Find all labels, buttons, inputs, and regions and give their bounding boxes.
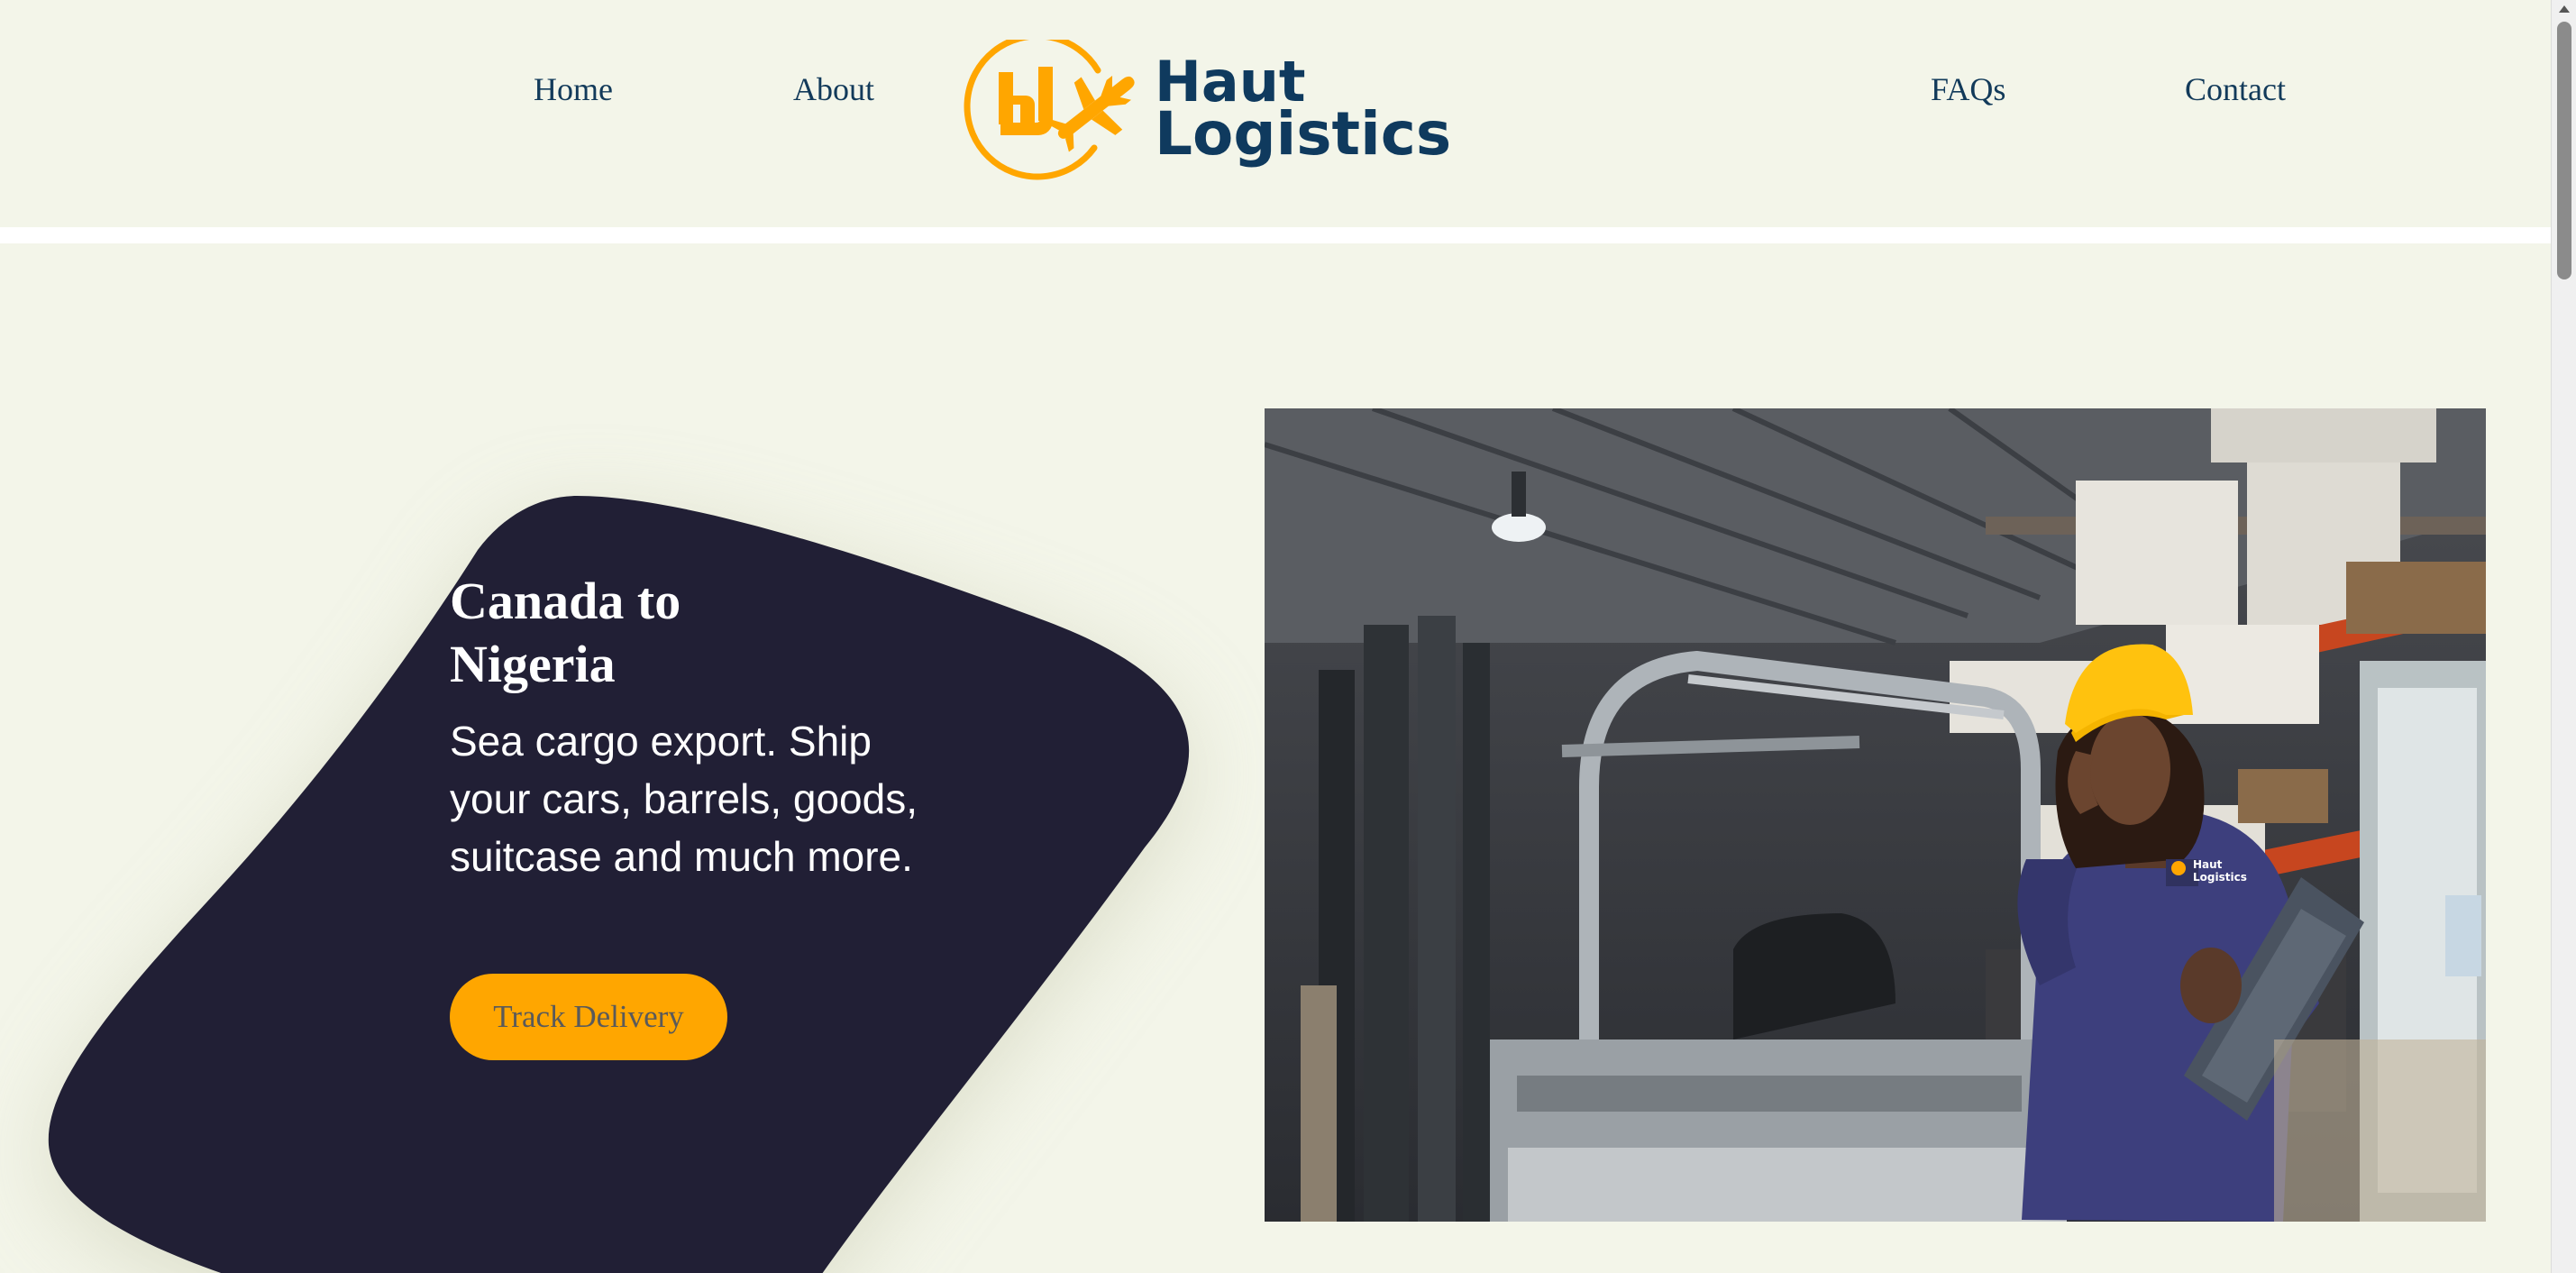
site-logo[interactable]: Haut Logistics [963, 40, 1451, 184]
uniform-badge-text-2: Logistics [2193, 871, 2247, 884]
hj-airplane-logo-icon [964, 40, 1135, 180]
uniform-badge-text: Haut [2193, 858, 2223, 871]
track-delivery-button[interactable]: Track Delivery [450, 974, 727, 1060]
hero-title: Canada to Nigeria [450, 572, 681, 693]
nav-home-link[interactable]: Home [534, 70, 613, 108]
logo-text-logistics: Logistics [1155, 99, 1452, 169]
nav-contact-link[interactable]: Contact [2185, 70, 2286, 108]
hero-photo-warehouse-worker: Haut Logistics [1265, 408, 2486, 1222]
site-header: Home About Haut Logistics FAQs Contact [0, 0, 2551, 227]
header-divider [0, 227, 2551, 243]
scroll-up-arrow-icon[interactable] [2559, 5, 2570, 13]
scrollbar-thumb[interactable] [2557, 22, 2571, 279]
page: Home About Haut Logistics FAQs Contact C… [0, 0, 2551, 1273]
nav-faqs-link[interactable]: FAQs [1931, 70, 2005, 108]
vertical-scrollbar[interactable] [2551, 0, 2576, 1273]
hero-description: Sea cargo export. Ship your cars, barrel… [450, 718, 918, 880]
nav-about-link[interactable]: About [793, 70, 874, 108]
